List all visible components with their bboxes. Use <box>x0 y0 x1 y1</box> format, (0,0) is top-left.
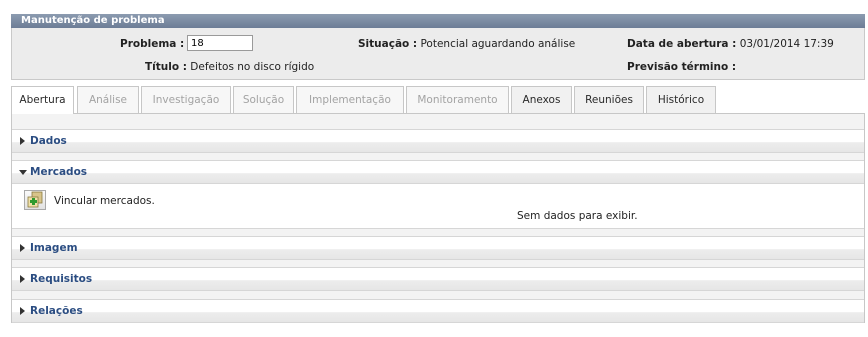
tab-anexos[interactable]: Anexos <box>511 86 572 113</box>
data-abertura-value: 03/01/2014 17:39 <box>739 38 834 50</box>
situacao-field: Situação : Potencial aguardando análise <box>358 38 575 50</box>
tab-reunioes[interactable]: Reuniões <box>574 86 644 113</box>
section-dados[interactable]: Dados <box>12 129 864 153</box>
section-imagem-label: Imagem <box>30 242 78 254</box>
empty-state-text: Sem dados para exibir. <box>517 210 638 222</box>
vincular-mercados-label: Vincular mercados. <box>54 195 155 207</box>
tab-solucao: Solução <box>233 86 294 113</box>
section-imagem[interactable]: Imagem <box>12 236 864 260</box>
tab-historico[interactable]: Histórico <box>646 86 716 113</box>
problema-input[interactable] <box>187 35 253 51</box>
problema-label: Problema : <box>120 38 185 50</box>
titulo-field: Título : Defeitos no disco rígido <box>145 61 314 73</box>
caret-down-icon <box>19 170 27 175</box>
tab-monitoramento: Monitoramento <box>406 86 509 113</box>
section-requisitos[interactable]: Requisitos <box>12 267 864 291</box>
panel-title: Manutenção de problema <box>21 15 165 26</box>
section-relacoes-label: Relações <box>30 305 83 317</box>
situacao-label: Situação : <box>358 38 418 50</box>
panel-title-bar: Manutenção de problema <box>11 14 865 28</box>
tab-bar: Abertura Análise Investigação Solução Im… <box>11 86 865 114</box>
caret-right-icon <box>20 137 25 145</box>
tab-content-abertura: Dados Mercados Vincular mercados. Sem da… <box>11 113 865 323</box>
situacao-value: Potencial aguardando análise <box>420 38 576 50</box>
tab-analise: Análise <box>77 86 139 113</box>
tab-abertura[interactable]: Abertura <box>11 86 74 114</box>
section-requisitos-label: Requisitos <box>30 273 93 285</box>
titulo-label: Título : <box>145 61 187 73</box>
caret-right-icon <box>20 307 25 315</box>
previsao-label: Previsão término : <box>627 61 737 73</box>
section-mercados-label: Mercados <box>30 166 88 178</box>
tab-implementacao: Implementação <box>296 86 404 113</box>
section-dados-label: Dados <box>30 135 67 147</box>
mercados-body: Vincular mercados. Sem dados para exibir… <box>12 184 864 229</box>
titulo-value: Defeitos no disco rígido <box>190 61 315 73</box>
tab-investigacao: Investigação <box>141 86 231 113</box>
caret-right-icon <box>20 275 25 283</box>
problem-header: Problema : Situação : Potencial aguardan… <box>11 28 865 80</box>
section-mercados[interactable]: Mercados <box>12 160 864 184</box>
previsao-field: Previsão término : <box>627 61 736 73</box>
section-relacoes[interactable]: Relações <box>12 299 864 323</box>
data-abertura-label: Data de abertura : <box>627 38 737 50</box>
data-abertura-field: Data de abertura : 03/01/2014 17:39 <box>627 38 834 50</box>
caret-right-icon <box>20 244 25 252</box>
add-link-icon <box>27 191 43 208</box>
vincular-mercados-button[interactable] <box>24 190 46 210</box>
